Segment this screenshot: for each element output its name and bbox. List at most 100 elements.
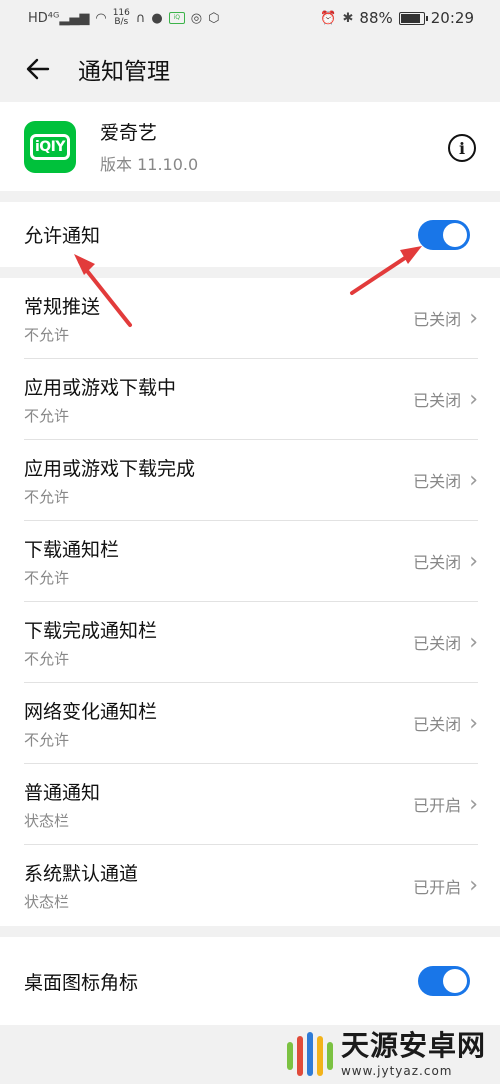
watermark-title: 天源安卓网	[340, 1029, 486, 1062]
chevron-right-icon: ›	[469, 548, 478, 574]
app-card: iQIY 爱奇艺 版本 11.10.0 i	[0, 102, 500, 191]
badge-label: 桌面图标角标	[24, 971, 139, 994]
channel-status-wrap: 已关闭 ›	[413, 306, 478, 331]
chevron-right-icon: ›	[469, 629, 478, 655]
app-version: 版本 11.10.0	[100, 155, 199, 174]
channel-row[interactable]: 下载通知栏不允许 已关闭 ›	[24, 521, 478, 602]
watermark: 天源安卓网 www.jytyaz.com	[281, 1022, 486, 1080]
allow-notifications-label: 允许通知	[24, 225, 101, 247]
app-logo-icon: iQIY	[24, 120, 76, 173]
status-bar-left: HD⁴ᴳ▂▄▆ ◠ 116 B/s ∩ ● iQ ◎ ⬡	[28, 9, 219, 27]
channel-title: 系统默认通道	[24, 863, 139, 885]
channel-title: 下载通知栏	[24, 538, 120, 561]
toggle-knob	[443, 969, 467, 993]
battery-icon	[398, 11, 428, 25]
badge-toggle[interactable]	[418, 966, 470, 996]
alarm-icon: ⏰	[320, 10, 337, 26]
channel-status: 已关闭	[413, 310, 462, 329]
channel-subtitle: 不允许	[24, 649, 70, 668]
channel-status-wrap: 已关闭 ›	[413, 468, 478, 493]
channel-subtitle: 不允许	[24, 406, 70, 425]
channel-text: 下载完成通知栏不允许	[24, 616, 157, 669]
channel-title: 普通通知	[24, 781, 101, 804]
channel-status: 已开启	[413, 796, 462, 815]
app-text: 爱奇艺 版本 11.10.0	[100, 118, 198, 175]
channel-text: 网络变化通知栏不允许	[24, 697, 157, 750]
watermark-text: 天源安卓网 www.jytyaz.com	[341, 1024, 486, 1078]
channel-title: 应用或游戏下载完成	[24, 457, 196, 480]
channel-status: 已关闭	[413, 472, 462, 491]
battery-percent: 88%	[359, 9, 393, 27]
back-button[interactable]	[24, 55, 52, 83]
wifi-icon: ◠	[95, 10, 107, 26]
clock: 20:29	[430, 9, 474, 27]
channel-text: 常规推送 不允许	[24, 292, 100, 345]
status-bar-right: ⏰ ✱ 88% 20:29	[320, 9, 474, 27]
channel-subtitle: 不允许	[24, 730, 70, 749]
channel-title: 应用或游戏下载中	[24, 376, 177, 399]
channel-status: 已关闭	[413, 634, 462, 653]
watermark-url: www.jytyaz.com	[340, 1064, 453, 1078]
channel-text: 应用或游戏下载完成不允许	[24, 454, 195, 507]
status-bar: HD⁴ᴳ▂▄▆ ◠ 116 B/s ∩ ● iQ ◎ ⬡ ⏰ ✱ 88% 20:…	[0, 0, 500, 36]
android-logo-icon	[286, 1032, 333, 1076]
hd-signal-icon: HD⁴ᴳ▂▄▆	[28, 10, 90, 26]
channel-status-wrap: 已关闭 ›	[413, 711, 478, 736]
channel-status-wrap: 已开启 ›	[413, 792, 478, 817]
channel-title: 下载完成通知栏	[24, 619, 158, 642]
channel-text: 系统默认通道 状态栏	[24, 859, 138, 912]
app-logo-text: iQIY	[30, 133, 70, 160]
channel-status: 已关闭	[413, 715, 462, 734]
channel-status-wrap: 已关闭 ›	[413, 387, 478, 412]
toggle-knob	[443, 222, 467, 247]
channel-title: 常规推送	[24, 295, 101, 318]
channel-status: 已关闭	[413, 391, 462, 410]
chevron-right-icon: ›	[469, 467, 478, 493]
channel-row[interactable]: 常规推送不允许 已关闭 ›	[24, 278, 478, 359]
chevron-right-icon: ›	[469, 305, 478, 331]
channel-subtitle: 状态栏	[24, 811, 70, 830]
app-notify-icon: ◎	[190, 10, 203, 26]
chevron-right-icon: ›	[469, 791, 478, 817]
channel-text: 下载通知栏 不允许	[24, 535, 119, 588]
headset-icon: ∩	[135, 10, 146, 26]
app-name: 爱奇艺	[100, 122, 158, 144]
chevron-right-icon: ›	[469, 386, 478, 412]
channel-status-wrap: 已关闭 ›	[413, 630, 478, 655]
page-title: 通知管理	[78, 59, 170, 85]
channel-status: 已关闭	[413, 553, 462, 572]
net-speed-unit: B/s	[114, 17, 129, 27]
header: 通知管理	[0, 36, 500, 102]
channel-subtitle: 不允许	[24, 487, 70, 506]
channel-title: 网络变化通知栏	[24, 700, 158, 723]
channel-subtitle: 状态栏	[24, 893, 70, 911]
channel-status-wrap: 已关闭 ›	[413, 549, 478, 574]
channel-status-wrap: 已开启 ›	[413, 873, 478, 898]
shield-icon: ⬡	[208, 10, 220, 26]
channel-list: 常规推送 不允许 已关闭 › 应用或游戏下载中 不允许 已关闭 › 应用或游戏下载完成 不允许 已关…	[0, 278, 500, 926]
channel-subtitle: 不允许	[24, 568, 70, 587]
channel-row[interactable]: 系统默认通道状态栏 已开启 ›	[24, 845, 478, 926]
channel-row[interactable]: 网络变化通知栏不允许 已关闭 ›	[24, 683, 478, 764]
channel-row[interactable]: 普通通知状态栏 已开启 ›	[24, 764, 478, 845]
channel-text: 普通通知 状态栏	[24, 778, 100, 831]
channel-status: 已开启	[413, 877, 462, 897]
channel-row[interactable]: 应用或游戏下载完成不允许 已关闭 ›	[24, 440, 478, 521]
chevron-right-icon: ›	[469, 873, 478, 898]
wechat-icon: ●	[151, 10, 163, 26]
channel-subtitle: 不允许	[24, 325, 70, 344]
net-speed: 116 B/s	[113, 9, 130, 27]
allow-notifications-toggle[interactable]	[418, 219, 470, 250]
channel-row[interactable]: 下载完成通知栏不允许 已关闭 ›	[24, 602, 478, 683]
channel-row[interactable]: 应用或游戏下载中不允许 已关闭 ›	[24, 359, 478, 440]
iqiyi-notify-icon: iQ	[168, 12, 185, 24]
allow-notifications-row[interactable]: 允许通知	[0, 202, 500, 267]
badge-row[interactable]: 桌面图标角标	[0, 937, 500, 1025]
channel-text: 应用或游戏下载中不允许	[24, 373, 176, 426]
bluetooth-icon: ✱	[342, 10, 354, 26]
info-icon[interactable]: i	[448, 134, 476, 162]
back-arrow-icon	[26, 58, 50, 80]
